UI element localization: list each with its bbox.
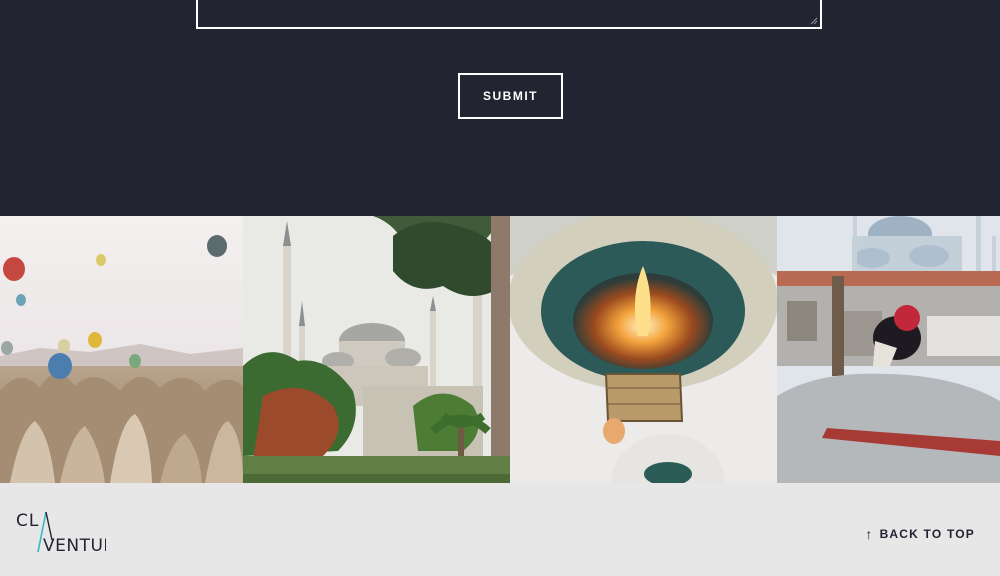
- site-footer: [0, 483, 1000, 576]
- message-textarea[interactable]: [196, 0, 822, 29]
- back-to-top-link[interactable]: ↑ BACK TO TOP: [865, 524, 975, 544]
- contact-form-section: SUBMIT: [0, 0, 1000, 216]
- submit-button[interactable]: SUBMIT: [458, 73, 563, 119]
- gallery-photo-blue-mosque[interactable]: [243, 216, 510, 483]
- gallery-photo-cappadocia-balloons[interactable]: [0, 216, 243, 483]
- gallery-photo-balloon-burner[interactable]: [510, 216, 777, 483]
- svg-text:CL: CL: [16, 511, 39, 531]
- back-to-top-label: BACK TO TOP: [879, 527, 975, 541]
- gallery-photo-rooftop-mosque-view[interactable]: [777, 216, 1000, 483]
- photo-gallery: [0, 216, 1000, 483]
- arrow-up-icon: ↑: [865, 526, 874, 542]
- clapventure-logo[interactable]: CL VENTURE: [16, 508, 106, 558]
- resize-grip-icon[interactable]: [810, 17, 818, 25]
